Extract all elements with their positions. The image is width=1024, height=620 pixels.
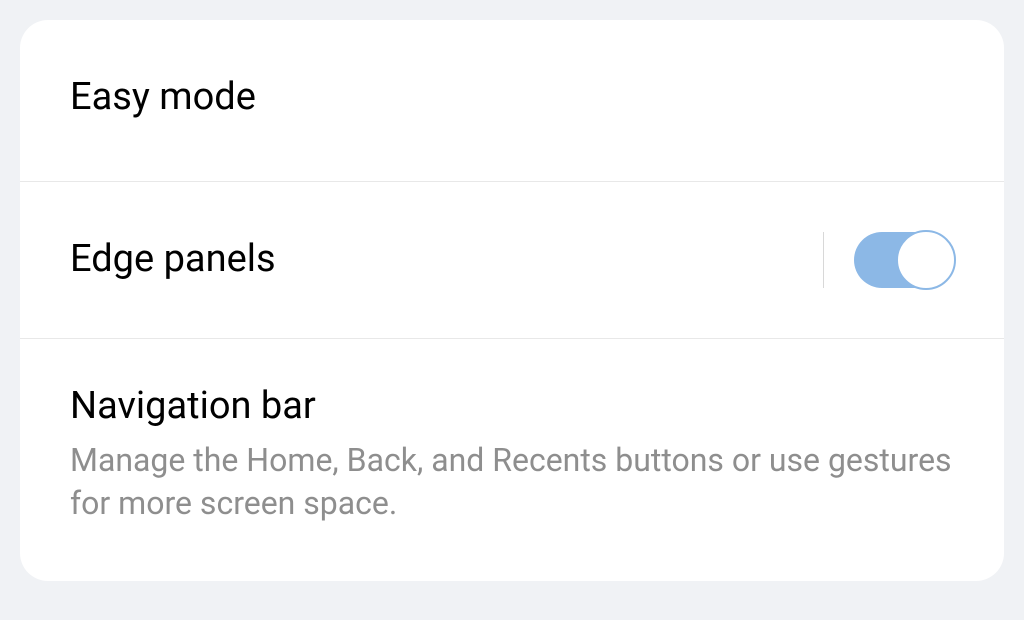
navigation-bar-title: Navigation bar	[70, 384, 954, 430]
easy-mode-title: Easy mode	[70, 75, 954, 121]
edge-panels-title: Edge panels	[70, 237, 823, 283]
toggle-container	[823, 232, 954, 288]
setting-content: Edge panels	[70, 237, 823, 283]
setting-edge-panels[interactable]: Edge panels	[20, 182, 1004, 339]
setting-easy-mode[interactable]: Easy mode	[20, 20, 1004, 182]
setting-content: Easy mode	[70, 75, 954, 121]
toggle-divider	[823, 232, 824, 288]
edge-panels-toggle[interactable]	[854, 232, 954, 288]
setting-navigation-bar[interactable]: Navigation bar Manage the Home, Back, an…	[20, 339, 1004, 581]
navigation-bar-description: Manage the Home, Back, and Recents butto…	[70, 439, 954, 525]
setting-content: Navigation bar Manage the Home, Back, an…	[70, 384, 954, 526]
settings-card: Easy mode Edge panels Navigation bar Man…	[20, 20, 1004, 581]
toggle-knob	[896, 230, 956, 290]
